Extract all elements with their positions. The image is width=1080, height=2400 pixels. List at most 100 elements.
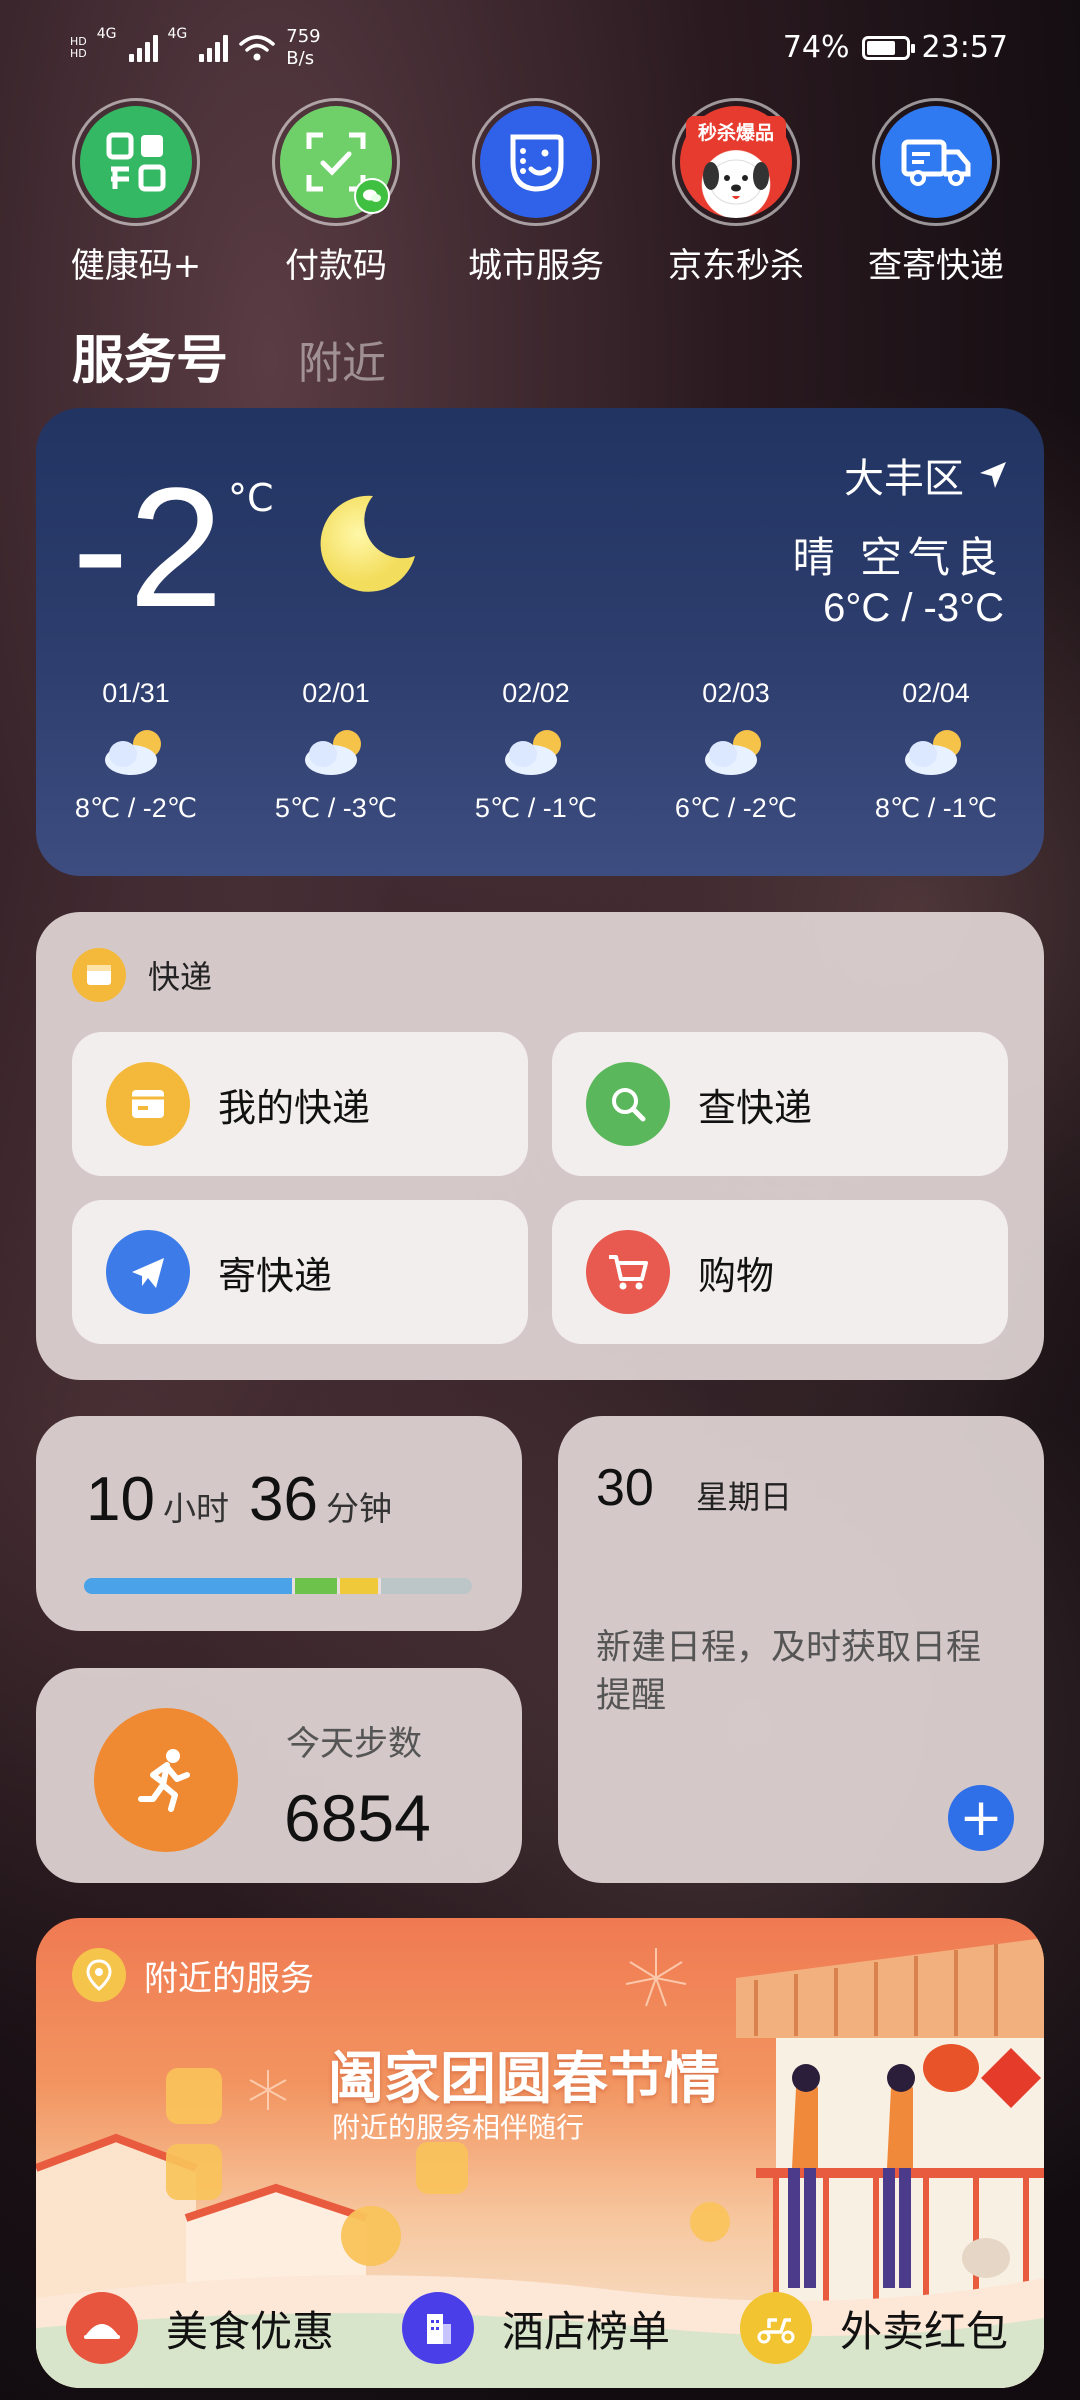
steps-count: 6854 xyxy=(284,1781,431,1855)
my-express-button[interactable]: 我的快递 xyxy=(72,1032,528,1176)
paper-plane-icon xyxy=(106,1230,190,1314)
city-service-icon xyxy=(510,134,564,192)
signal-icon xyxy=(128,34,158,62)
app-label: 查寄快递 xyxy=(868,246,1004,286)
shopping-cart-icon xyxy=(586,1230,670,1314)
app-label: 京东秒杀 xyxy=(668,246,804,286)
hotel-icon xyxy=(402,2292,474,2364)
battery-fill xyxy=(866,40,895,55)
sleep-card[interactable]: 10 小时 36 分钟 xyxy=(36,1416,522,1631)
quick-apps-row: 健康码+ 付款码 城市服务 秒杀爆品 京东秒杀 查寄快递 xyxy=(0,98,1080,288)
signal-icon xyxy=(199,34,229,62)
status-bar: HD HD 4G 4G 759 B/s 74% 23:57 xyxy=(0,0,1080,100)
tab-service-accounts[interactable]: 服务号 xyxy=(72,318,228,393)
query-express-button[interactable]: 查快递 xyxy=(552,1032,1008,1176)
steps-label: 今天步数 xyxy=(286,1724,422,1764)
tab-bar: 服务号 附近 xyxy=(72,318,386,393)
network-type-2: 4G xyxy=(167,26,188,42)
current-temperature: -2 xyxy=(72,453,224,643)
location: 大丰区 xyxy=(844,446,1008,504)
partly-cloudy-icon xyxy=(705,730,761,775)
nearby-header: 附近的服务 xyxy=(72,1948,314,2002)
add-event-button[interactable]: + xyxy=(948,1785,1014,1851)
clock: 23:57 xyxy=(921,30,1008,65)
forecast-date: 01/31 xyxy=(102,678,170,708)
nearby-title: 附近的服务 xyxy=(144,1958,314,1999)
location-name: 大丰区 xyxy=(844,456,964,502)
forecast-date: 02/01 xyxy=(302,678,370,708)
sleep-minutes: 36 xyxy=(248,1465,318,1534)
running-icon xyxy=(94,1708,238,1852)
battery-percent: 74% xyxy=(782,30,850,65)
temperature-unit: °C xyxy=(228,476,274,520)
calendar-weekday: 星期日 xyxy=(696,1478,793,1516)
button-label: 购物 xyxy=(698,1253,775,1298)
forecast-day: 02/01 5℃ / -3℃ xyxy=(236,678,436,824)
app-jd-seckill[interactable]: 秒杀爆品 京东秒杀 xyxy=(636,98,836,287)
hd-indicator: HD HD xyxy=(70,36,87,60)
partly-cloudy-icon xyxy=(105,730,161,775)
app-city-service[interactable]: 城市服务 xyxy=(436,98,636,287)
forecast-range: 8℃ / -2℃ xyxy=(74,793,198,823)
wifi-icon xyxy=(239,35,276,61)
send-express-button[interactable]: 寄快递 xyxy=(72,1200,528,1344)
express-box-icon xyxy=(72,948,126,1002)
sleep-minutes-unit: 分钟 xyxy=(325,1489,392,1528)
hotel-ranking-button[interactable]: 酒店榜单 xyxy=(402,2292,670,2364)
banner-subtitle: 附近的服务相伴随行 xyxy=(332,2111,585,2144)
sleep-stage-segment xyxy=(378,1578,472,1594)
location-pin-icon xyxy=(72,1948,126,2002)
today-range: 6°C / -3°C xyxy=(823,586,1004,630)
app-health-code[interactable]: 健康码+ xyxy=(36,98,236,287)
forecast-list: 01/31 8℃ / -2℃ 02/01 5℃ / -3℃ 02/02 5℃ /… xyxy=(36,678,1044,824)
app-payment-code[interactable]: 付款码 xyxy=(236,98,436,287)
search-icon xyxy=(586,1062,670,1146)
forecast-range: 5℃ / -1℃ xyxy=(474,793,598,823)
sleep-stage-segment xyxy=(292,1578,338,1594)
weather-card[interactable]: -2 °C 大丰区 晴 空气良 6°C / -3°C 01/31 8℃ / -2… xyxy=(36,408,1044,876)
moon-icon xyxy=(320,495,415,592)
tab-nearby[interactable]: 附近 xyxy=(298,327,386,391)
food-deals-button[interactable]: 美食优惠 xyxy=(66,2292,334,2364)
food-icon xyxy=(66,2292,138,2364)
hd-label-2: HD xyxy=(70,47,87,60)
jd-dog-icon xyxy=(703,159,769,205)
package-icon xyxy=(106,1062,190,1146)
forecast-date: 02/02 xyxy=(502,678,570,708)
express-card: 快递 我的快递 查快递 寄快递 购物 xyxy=(36,912,1044,1380)
calendar-hint: 新建日程，及时获取日程提醒 xyxy=(596,1628,982,1716)
banner-title: 阖家团圆春节情 xyxy=(328,2047,720,2112)
shopping-button[interactable]: 购物 xyxy=(552,1200,1008,1344)
seckill-badge: 秒杀爆品 xyxy=(686,116,786,147)
partly-cloudy-icon xyxy=(305,730,361,775)
forecast-day: 02/02 5℃ / -1℃ xyxy=(436,678,636,824)
hotel-ranking-label: 酒店榜单 xyxy=(502,2306,671,2356)
express-header: 快递 xyxy=(72,948,212,1002)
weather-condition: 晴 空气良 xyxy=(792,533,1004,582)
sleep-stage-segment xyxy=(337,1578,379,1594)
nearby-shortcuts: 美食优惠 酒店榜单 外卖红包 xyxy=(36,2268,1044,2388)
express-title: 快递 xyxy=(148,958,213,996)
calendar-date: 30 xyxy=(596,1459,654,1517)
network-speed-unit: B/s xyxy=(286,48,315,69)
network-speed-value: 759 xyxy=(286,26,321,47)
app-label: 健康码+ xyxy=(70,246,202,286)
wechat-icon xyxy=(354,178,390,214)
forecast-day: 02/03 6℃ / -2℃ xyxy=(636,678,836,824)
health-code-icon xyxy=(106,132,166,192)
takeout-coupon-label: 外卖红包 xyxy=(840,2306,1009,2356)
button-label: 我的快递 xyxy=(218,1085,371,1130)
calendar-card[interactable]: 30 星期日 新建日程，及时获取日程提醒 + xyxy=(558,1416,1044,1883)
network-type-1: 4G xyxy=(96,26,117,42)
location-arrow-icon xyxy=(980,462,1006,488)
app-query-express[interactable]: 查寄快递 xyxy=(836,98,1036,287)
nearby-services-card[interactable]: 附近的服务 阖家团圆春节情 附近的服务相伴随行 美食优惠 酒店榜单 外卖红包 xyxy=(36,1918,1044,2388)
scooter-icon xyxy=(740,2292,812,2364)
steps-card[interactable]: 今天步数 6854 xyxy=(36,1668,522,1883)
forecast-range: 8℃ / -1℃ xyxy=(874,793,998,823)
delivery-truck-icon xyxy=(901,139,971,186)
sleep-hours-unit: 小时 xyxy=(162,1489,229,1528)
takeout-coupon-button[interactable]: 外卖红包 xyxy=(740,2292,1008,2364)
network-speed: 759 B/s xyxy=(286,26,320,70)
forecast-day: 02/04 8℃ / -1℃ xyxy=(836,678,1036,824)
